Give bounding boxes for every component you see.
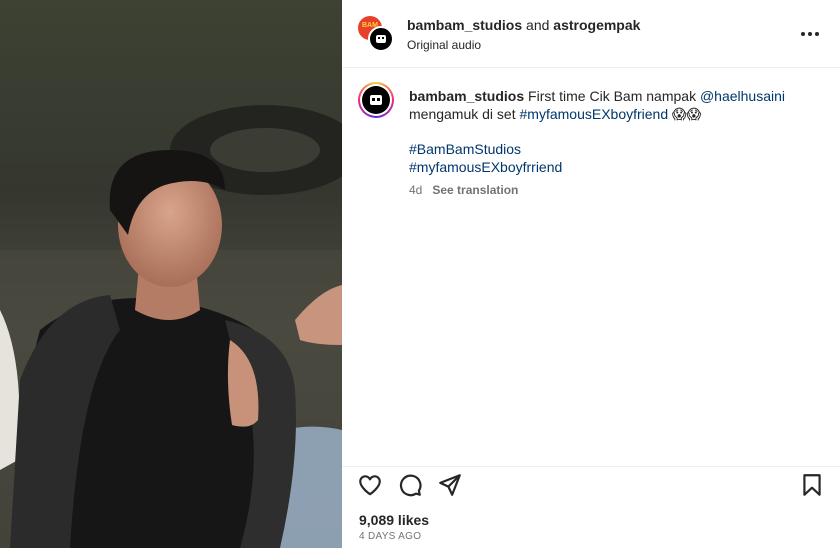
caption-hashtags: #BamBamStudios #myfamousEXboyfrriend (409, 140, 562, 176)
video-frame (0, 0, 342, 548)
post-media[interactable] (0, 0, 342, 548)
post-authors: bambam_studios and astrogempak (407, 17, 640, 33)
author-link[interactable]: bambam_studios (407, 17, 522, 33)
caption-text-2: mengamuk di set (409, 106, 520, 122)
likes-count[interactable]: 9,089 likes (359, 512, 429, 528)
hashtag-link[interactable]: #myfamousEXboyfrriend (409, 158, 562, 176)
post-date[interactable]: 4 DAYS AGO (359, 531, 421, 542)
caption-text: bambam_studios First time Cik Bam nampak… (409, 87, 829, 123)
coauthor-link[interactable]: astrogempak (553, 17, 640, 33)
bookmark-icon (803, 474, 821, 496)
robot-face-icon (370, 95, 382, 105)
caption-meta: 4d See translation (409, 183, 518, 197)
caption-text-1: First time Cik Bam nampak (524, 88, 700, 104)
more-dot (808, 32, 812, 36)
share-button[interactable] (437, 472, 463, 498)
more-dot (815, 32, 819, 36)
send-icon (439, 474, 461, 496)
comment-button[interactable] (397, 472, 423, 498)
caption-avatar[interactable] (358, 82, 394, 118)
mention-link[interactable]: @haelhusaini (700, 88, 785, 104)
caption-username[interactable]: bambam_studios (409, 88, 524, 104)
post-details-panel: BAM bambam_studios and astrogempak Origi… (342, 0, 840, 548)
save-button[interactable] (799, 472, 825, 498)
see-translation-button[interactable]: See translation (432, 183, 518, 197)
caption-emoji: 😱😱 (668, 106, 702, 122)
post-header: BAM bambam_studios and astrogempak Origi… (342, 0, 840, 68)
author-avatar[interactable] (368, 26, 394, 52)
audio-link[interactable]: Original audio (407, 38, 481, 52)
caption-age[interactable]: 4d (409, 183, 422, 197)
robot-face-icon (376, 35, 386, 43)
heart-icon (359, 475, 381, 496)
more-options-icon (801, 32, 805, 36)
collab-avatars[interactable]: BAM (358, 16, 394, 52)
more-options-button[interactable] (798, 24, 822, 44)
authors-connector: and (522, 17, 554, 33)
action-bar (342, 466, 840, 502)
hashtag-link[interactable]: #myfamousEXboyfriend (520, 106, 669, 122)
caption-avatar-image (362, 86, 390, 114)
comment-icon (399, 474, 422, 497)
caption-avatar-ring (360, 84, 392, 116)
hashtag-link[interactable]: #BamBamStudios (409, 140, 562, 158)
like-button[interactable] (357, 472, 383, 498)
